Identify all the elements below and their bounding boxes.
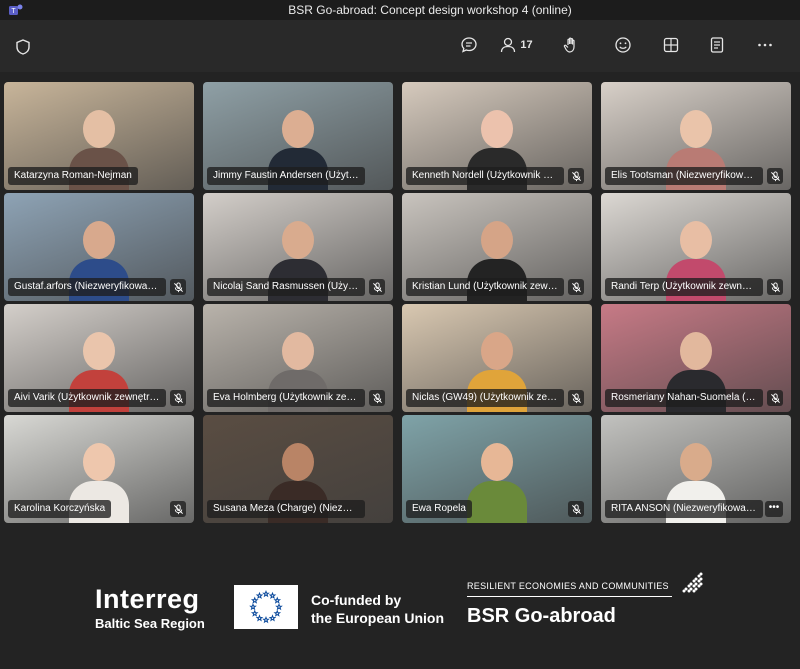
logo-dot bbox=[699, 572, 703, 576]
eu-line-2: the European Union bbox=[311, 610, 444, 626]
logo-dot bbox=[699, 582, 703, 586]
participant-tile[interactable]: Gustaf.arfors (Niezweryfikowany) bbox=[4, 193, 194, 301]
notes-icon bbox=[710, 37, 724, 53]
participant-tile[interactable]: RITA ANSON (Niezweryfikowany) ••• bbox=[601, 415, 791, 523]
participant-tile[interactable]: Niclas (GW49) (Użytkownik zewnętrzny) bbox=[402, 304, 592, 412]
participant-name: Niclas (GW49) (Użytkownik zewnętrzny) bbox=[406, 389, 564, 407]
participant-name: Nicolaj Sand Rasmussen (Użytkownik zewnę… bbox=[207, 278, 365, 296]
more-button[interactable] bbox=[753, 30, 777, 60]
mic-muted-icon bbox=[767, 168, 783, 184]
raise-hand-button[interactable] bbox=[559, 30, 583, 60]
mic-muted-icon bbox=[568, 168, 584, 184]
interreg-brand: Interreg bbox=[95, 584, 200, 614]
logo-dot bbox=[684, 587, 688, 591]
people-icon bbox=[501, 37, 516, 53]
participant-tile[interactable]: Eva Holmberg (Użytkownik zewnętrzny) bbox=[203, 304, 393, 412]
react-icon bbox=[615, 37, 631, 53]
participant-tile[interactable]: Kristian Lund (Użytkownik zewnętrzny) bbox=[402, 193, 592, 301]
more-icon bbox=[758, 43, 772, 47]
participant-tile[interactable]: Aivi Varik (Użytkownik zewnętrzny) bbox=[4, 304, 194, 412]
view-icon bbox=[663, 37, 679, 53]
shield-icon[interactable] bbox=[16, 39, 30, 55]
participant-tile[interactable]: Nicolaj Sand Rasmussen (Użytkownik zewnę… bbox=[203, 193, 393, 301]
participants-count: 17 bbox=[520, 39, 533, 51]
logo-dot bbox=[689, 587, 693, 591]
title-bar: T BSR Go-abroad: Concept design workshop… bbox=[0, 0, 800, 20]
participant-tile[interactable]: Elis Tootsman (Niezweryfikowany) bbox=[601, 82, 791, 190]
footer-logos: Interreg Baltic Sea Region Co-funded by … bbox=[0, 545, 800, 669]
raise-hand-icon bbox=[563, 37, 575, 53]
view-button[interactable] bbox=[659, 30, 683, 60]
mic-muted-icon bbox=[369, 279, 385, 295]
logo-dot bbox=[699, 577, 703, 581]
participant-video bbox=[467, 433, 527, 523]
participant-name: Karolina Korczyńska bbox=[8, 500, 112, 518]
participant-name: Gustaf.arfors (Niezweryfikowany) bbox=[8, 278, 166, 296]
participant-tile[interactable]: Ewa Ropela bbox=[402, 415, 592, 523]
logo-dot bbox=[689, 582, 693, 586]
meeting-toolbar: 17 bbox=[0, 20, 800, 72]
logo-dot bbox=[694, 577, 698, 581]
bsr-go-abroad-logo: RESILIENT ECONOMIES AND COMMUNITIES BSR … bbox=[467, 572, 705, 629]
mic-muted-icon bbox=[369, 390, 385, 406]
participants-button[interactable]: 17 bbox=[498, 30, 534, 60]
notes-button[interactable] bbox=[705, 30, 729, 60]
participant-name: Randi Terp (Użytkownik zewnętrzny) bbox=[605, 278, 763, 296]
bsr-tagline: RESILIENT ECONOMIES AND COMMUNITIES bbox=[467, 579, 672, 597]
logo-dot bbox=[694, 582, 698, 586]
eu-cofunded-text: Co-funded by the European Union bbox=[311, 591, 444, 627]
eu-flag-icon bbox=[234, 585, 298, 629]
participant-name: Ewa Ropela bbox=[406, 500, 472, 518]
mic-muted-icon bbox=[568, 501, 584, 517]
participant-name: Susana Meza (Charge) (Niezweryfikowany) bbox=[207, 500, 365, 518]
mic-muted-icon bbox=[568, 390, 584, 406]
interreg-logo: Interreg Baltic Sea Region bbox=[95, 585, 205, 633]
participant-name: Kristian Lund (Użytkownik zewnętrzny) bbox=[406, 278, 564, 296]
eu-line-1: Co-funded by bbox=[311, 592, 402, 608]
participant-name: Jimmy Faustin Andersen (Użytkownik zewnę… bbox=[207, 167, 365, 185]
react-button[interactable] bbox=[611, 30, 635, 60]
window-title: BSR Go-abroad: Concept design workshop 4… bbox=[288, 3, 572, 17]
participant-name: Aivi Varik (Użytkownik zewnętrzny) bbox=[8, 389, 166, 407]
dots-logo-icon bbox=[682, 572, 703, 593]
video-grid: Katarzyna Roman-Nejman Jimmy Faustin Ande… bbox=[4, 82, 792, 524]
participant-name: RITA ANSON (Niezweryfikowany) bbox=[605, 500, 763, 518]
mic-muted-icon bbox=[767, 279, 783, 295]
participant-tile[interactable]: Kenneth Nordell (Użytkownik zewnętrzny) bbox=[402, 82, 592, 190]
mic-muted-icon bbox=[767, 390, 783, 406]
mic-muted-icon bbox=[170, 279, 186, 295]
participant-name: Rosmeriany Nahan-Suomela (Użytkownik zew… bbox=[605, 389, 763, 407]
participant-tile[interactable]: Randi Terp (Użytkownik zewnętrzny) bbox=[601, 193, 791, 301]
interreg-region: Baltic Sea Region bbox=[95, 616, 205, 631]
participant-name: Katarzyna Roman-Nejman bbox=[8, 167, 138, 185]
tile-more-icon[interactable]: ••• bbox=[765, 501, 783, 517]
participant-name: Kenneth Nordell (Użytkownik zewnętrzny) bbox=[406, 167, 564, 185]
chat-icon bbox=[461, 37, 477, 53]
bsr-name: BSR Go-abroad bbox=[467, 605, 616, 627]
mic-muted-icon bbox=[170, 390, 186, 406]
participant-tile[interactable]: Katarzyna Roman-Nejman bbox=[4, 82, 194, 190]
participant-name: Elis Tootsman (Niezweryfikowany) bbox=[605, 167, 763, 185]
logo-dot bbox=[694, 587, 698, 591]
mic-muted-icon bbox=[170, 501, 186, 517]
mic-muted-icon bbox=[568, 279, 584, 295]
participant-tile[interactable]: Rosmeriany Nahan-Suomela (Użytkownik zew… bbox=[601, 304, 791, 412]
participant-tile[interactable]: Susana Meza (Charge) (Niezweryfikowany) bbox=[203, 415, 393, 523]
participant-tile[interactable]: Karolina Korczyńska bbox=[4, 415, 194, 523]
participant-tile[interactable]: Jimmy Faustin Andersen (Użytkownik zewnę… bbox=[203, 82, 393, 190]
chat-button[interactable] bbox=[457, 30, 481, 60]
participant-name: Eva Holmberg (Użytkownik zewnętrzny) bbox=[207, 389, 365, 407]
